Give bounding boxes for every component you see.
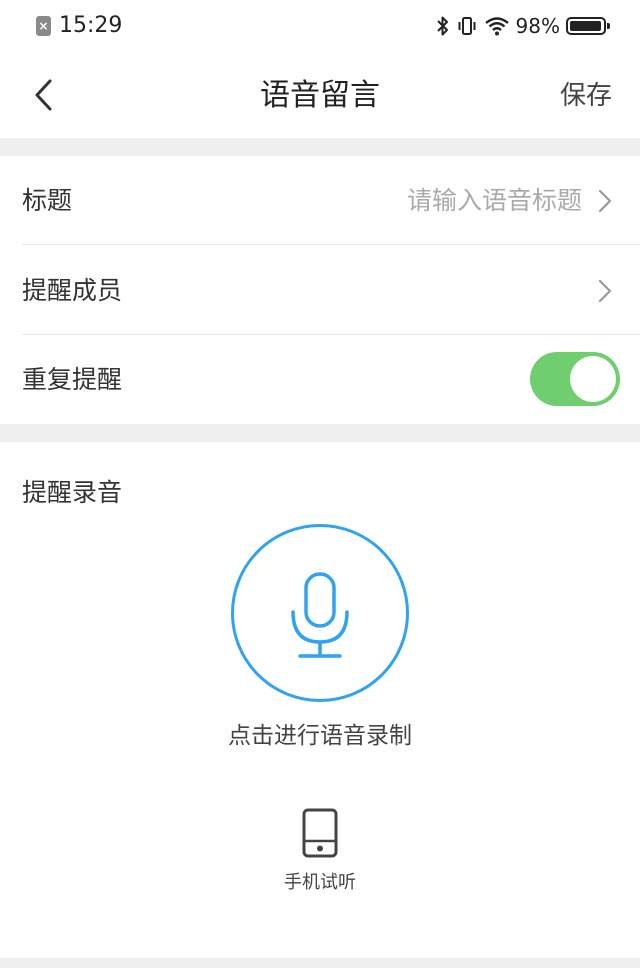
battery-icon [566, 17, 610, 35]
title-input[interactable]: 请输入语音标题 [407, 184, 582, 218]
members-label: 提醒成员 [22, 276, 123, 305]
bottom-divider [0, 958, 640, 968]
save-button[interactable]: 保存 [560, 79, 612, 113]
recording-section-title: 提醒录音 [22, 478, 123, 507]
record-hint: 点击进行语音录制 [228, 723, 412, 749]
phone-preview-button[interactable] [300, 808, 340, 862]
members-row[interactable]: 提醒成员 [22, 246, 640, 335]
nav-bar: 语音留言 保存 [0, 52, 640, 138]
repeat-label: 重复提醒 [22, 365, 123, 394]
record-button[interactable] [231, 524, 409, 702]
page-title: 语音留言 [260, 78, 380, 113]
status-bar: × 15:29 98% [0, 0, 640, 52]
phone-icon [302, 808, 338, 858]
chevron-right-icon [598, 279, 612, 303]
phone-preview-label: 手机试听 [284, 872, 356, 893]
vibrate-icon [458, 17, 476, 35]
section-divider [0, 424, 640, 442]
notification-icon: × [36, 16, 51, 36]
chevron-right-icon [598, 189, 612, 213]
title-row[interactable]: 标题 请输入语音标题 [22, 156, 640, 245]
status-left: × 15:29 [36, 12, 122, 40]
section-divider [0, 138, 640, 156]
wifi-icon [484, 17, 509, 36]
battery-fill [570, 21, 602, 31]
status-time: 15:29 [59, 13, 123, 38]
title-label: 标题 [22, 186, 73, 215]
bluetooth-icon [436, 16, 448, 36]
status-right: 98% [430, 12, 610, 40]
microphone-icon [291, 572, 349, 658]
repeat-row: 重复提醒 [22, 335, 640, 424]
battery-percent: 98% [515, 14, 560, 38]
repeat-toggle[interactable] [530, 352, 620, 406]
toggle-knob [570, 356, 616, 402]
